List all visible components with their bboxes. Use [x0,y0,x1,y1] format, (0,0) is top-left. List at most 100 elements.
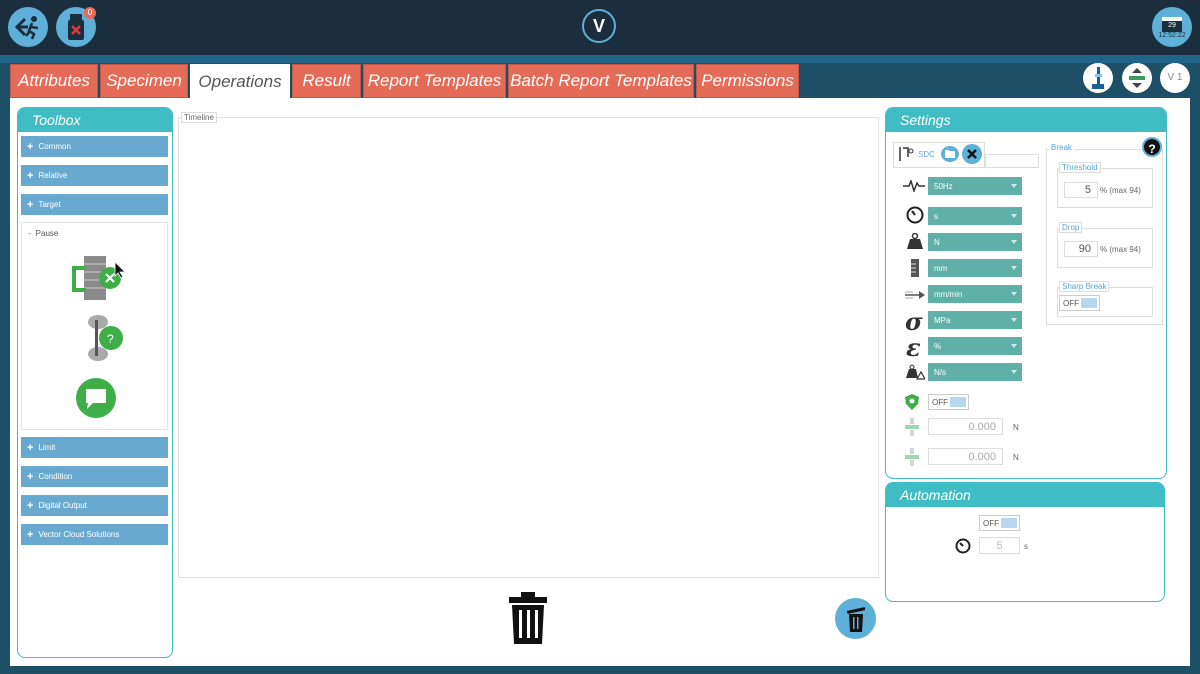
frequency-icon [903,180,925,192]
chevron-down-icon [1011,370,1017,374]
select-value: MPa [934,315,951,325]
time-unit-select[interactable]: s [928,207,1022,225]
message-tool-icon[interactable] [75,377,117,419]
folder-icon [945,150,955,158]
drop-label: Drop [1059,222,1083,233]
tab-report-templates[interactable]: Report Templates [363,64,506,98]
tab-result[interactable]: Result [292,64,361,98]
toggle-label: OFF [983,518,999,528]
select-value: % [934,341,942,351]
toggle-label: OFF [932,397,948,407]
protection-toggle[interactable]: OFF [928,394,969,410]
unit-label: N [1013,423,1019,432]
category-label: Vector Cloud Solutions [38,530,120,539]
category-limit[interactable]: + Limit [21,437,168,458]
category-relative[interactable]: + Relative [21,165,168,186]
select-value: N/s [934,367,946,377]
category-pause-header[interactable]: - Pause [28,229,58,238]
sdc-input[interactable] [985,154,1039,168]
drop-input[interactable]: 90 [1064,241,1098,257]
sharp-break-toggle[interactable]: OFF [1059,295,1100,311]
category-condition[interactable]: + Condition [21,466,168,487]
category-label: Target [38,200,61,209]
toolbox-title: Toolbox [18,108,172,132]
toolbox-panel: Toolbox + Common + Relative + Target - Pause… [17,107,173,658]
force-limit-input-2[interactable]: 0.000 [928,448,1003,465]
force-limit-icon [905,448,919,466]
trash-clear-icon [846,606,865,632]
crosshead-button[interactable] [1122,63,1152,93]
timeline-area[interactable] [178,117,879,578]
calendar-clock-button[interactable]: 29 12:52:22 [1152,7,1192,47]
shield-icon [905,394,919,410]
select-value: s [934,211,938,221]
category-digital-output[interactable]: + Digital Output [21,495,168,516]
category-label: Relative [38,171,68,180]
rate-unit-select[interactable]: N/s [928,363,1022,381]
chevron-down-icon [1011,292,1017,296]
threshold-input[interactable]: 5 [1064,182,1098,198]
frequency-select[interactable]: 50Hz [928,177,1022,195]
automation-toggle[interactable]: OFF [979,515,1020,531]
chevron-down-icon [1011,318,1017,322]
delay-unit: s [1024,542,1028,551]
timeline-label: Timeline [181,112,217,123]
pause-question-tool-icon[interactable]: ? [80,314,126,362]
close-icon [967,149,977,159]
app-logo[interactable]: V [582,9,616,43]
usb-drive-icon [68,14,84,40]
svg-text:?: ? [107,332,114,346]
category-vector-cloud-solutions[interactable]: + Vector Cloud Solutions [21,524,168,545]
force-limit-input-1[interactable]: 0.000 [928,418,1003,435]
speed-unit-select[interactable]: mm/min [928,285,1022,303]
category-pause-expanded: - Pause ? [21,222,168,430]
sharp-break-label: Sharp Break [1059,281,1110,292]
tab-operations[interactable]: Operations [190,64,290,99]
tab-batch-report-templates[interactable]: Batch Report Templates [508,64,694,98]
stress-unit-select[interactable]: MPa [928,311,1022,329]
timer-icon [955,538,971,554]
automation-title: Automation [886,483,1164,507]
chevron-down-icon [1011,214,1017,218]
force-unit-select[interactable]: N [928,233,1022,251]
version-button[interactable]: V 1 [1160,63,1190,93]
trash-icon[interactable] [509,592,547,644]
sdc-open-button[interactable] [941,146,959,162]
crosshead-move-icon [1129,68,1145,88]
length-icon [911,259,919,277]
threshold-label: Threshold [1059,162,1101,173]
toggle-label: OFF [1063,298,1079,308]
tab-permissions[interactable]: Permissions [696,64,799,98]
clock-time: 12:52:22 [1158,32,1186,39]
unit-label: N [1013,453,1019,462]
tab-specimen[interactable]: Specimen [100,64,188,98]
help-button[interactable]: ? [1142,137,1162,157]
category-label: Pause [35,229,59,238]
automation-delay-input[interactable]: 5 [979,537,1020,554]
category-common[interactable]: + Common [21,136,168,157]
clear-all-button[interactable] [835,598,876,639]
select-value: 50Hz [934,181,953,191]
cursor-arrow-icon [114,261,126,279]
sdc-clear-button[interactable] [962,144,982,164]
select-value: mm [934,263,948,273]
chevron-down-icon [1011,184,1017,188]
category-label: Condition [38,472,73,481]
exit-button[interactable] [8,7,48,47]
select-value: mm/min [934,289,963,299]
category-target[interactable]: + Target [21,194,168,215]
calendar-day: 29 [1168,22,1176,29]
settings-title: Settings [886,108,1166,132]
force-limit-icon [905,418,919,436]
category-label: Digital Output [38,501,87,510]
timer-icon [906,206,924,224]
usb-badge: 0 [84,7,96,19]
epsilon-icon: ε [906,333,921,362]
strain-unit-select[interactable]: % [928,337,1022,355]
collapse-sign: - [28,229,31,238]
machine-button[interactable] [1083,63,1113,93]
chevron-down-icon [1011,240,1017,244]
length-unit-select[interactable]: mm [928,259,1022,277]
speed-icon [905,291,925,299]
tab-attributes[interactable]: Attributes [10,64,98,98]
